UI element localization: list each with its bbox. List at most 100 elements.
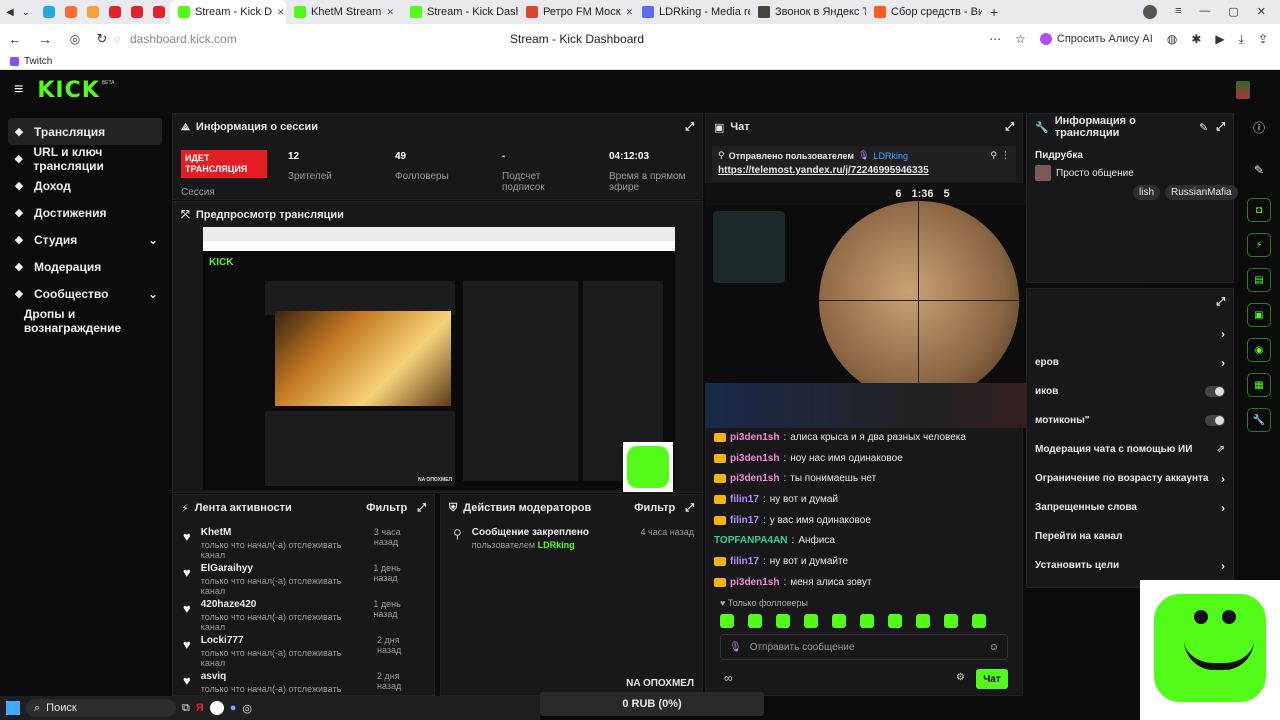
expand-icon[interactable]: ⤢ — [685, 502, 694, 515]
close-icon[interactable]: ✕ — [386, 7, 394, 18]
settings-row[interactable]: Ограничение по возрасту аккаунта › — [1027, 464, 1233, 493]
chevron-down-icon[interactable]: ⌄ — [148, 233, 158, 247]
steam-icon[interactable]: ● — [230, 702, 237, 714]
close-icon[interactable]: ✕ — [626, 7, 634, 18]
chat-username[interactable]: filin17 — [730, 556, 759, 567]
settings-row[interactable]: › — [1027, 319, 1233, 348]
task-view-icon[interactable]: ⧉ — [182, 702, 190, 715]
bookmark-icon[interactable]: ☆ — [1015, 32, 1026, 46]
minimize-icon[interactable]: — — [1199, 5, 1210, 19]
emote-icon[interactable] — [860, 614, 874, 628]
chat-username[interactable]: pi3den1sh — [730, 473, 779, 484]
send-chat-button[interactable]: Чат — [976, 669, 1008, 689]
screenshot-icon[interactable]: ◘ — [1247, 198, 1271, 222]
sidebar-item[interactable]: ◆ Сообщество ⌄ — [0, 280, 170, 307]
globe-icon[interactable]: ◍ — [1167, 32, 1177, 46]
activity-user[interactable]: asviq — [201, 671, 367, 682]
edit-icon[interactable]: ✎ — [1254, 163, 1264, 177]
emote-icon[interactable] — [944, 614, 958, 628]
stream-category[interactable]: Пидрубка — [1027, 140, 1233, 161]
filter-button[interactable]: Фильтр — [634, 502, 675, 515]
emote-icon[interactable] — [832, 614, 846, 628]
emote-icon[interactable] — [916, 614, 930, 628]
mod-action-user[interactable]: LDRking — [538, 540, 575, 550]
browser-tab[interactable]: KhetM Stream ✕ — [286, 0, 402, 24]
chat-username[interactable]: TOPFANPA4AN — [714, 535, 788, 546]
windows-start-icon[interactable] — [6, 701, 20, 715]
document-icon[interactable]: ▤ — [1247, 268, 1271, 292]
chat-username[interactable]: pi3den1sh — [730, 453, 779, 464]
sidebar-item[interactable]: Дропы и вознаграждение — [0, 307, 170, 335]
chat-username[interactable]: pi3den1sh — [730, 432, 779, 443]
emote-icon[interactable] — [776, 614, 790, 628]
toggle-switch[interactable] — [1205, 386, 1225, 397]
pinned-tab-icon[interactable] — [131, 6, 143, 18]
settings-row[interactable]: мотиконы" — [1027, 406, 1233, 435]
browser-tab[interactable]: Звонок в Яндекс Те✕ — [750, 0, 866, 24]
share-icon[interactable]: ⇪ — [1258, 32, 1268, 46]
url-field[interactable]: dashboard.kick.com — [130, 32, 510, 46]
expand-icon[interactable]: ⤢ — [1216, 296, 1225, 309]
chevron-right-icon[interactable]: › — [1221, 356, 1225, 370]
chevron-right-icon[interactable]: › — [1221, 559, 1225, 573]
menu-icon[interactable]: ≡ — [1175, 5, 1181, 19]
expand-icon[interactable]: ⤢ — [1216, 121, 1225, 134]
pinned-tab-icon[interactable] — [43, 6, 55, 18]
sidebar-item[interactable]: ◆ Трансляция — [8, 118, 162, 145]
sidebar-item[interactable]: ◆ URL и ключ трансляции — [0, 145, 170, 173]
sidebar-item[interactable]: ◆ Студия ⌄ — [0, 226, 170, 253]
extensions-icon[interactable]: ✱ — [1191, 32, 1201, 46]
pinned-tab-icon[interactable] — [87, 6, 99, 18]
pinned-user[interactable]: LDRking — [874, 151, 909, 161]
close-icon[interactable]: ✕ — [277, 7, 285, 18]
chevron-right-icon[interactable]: › — [1221, 501, 1225, 515]
preview-video[interactable]: KICK NA ОПОХМЕЛ — [203, 227, 675, 490]
profile-avatar[interactable] — [1142, 5, 1157, 19]
chevron-down-icon[interactable]: ⌄ — [148, 287, 158, 301]
chat-username[interactable]: filin17 — [730, 494, 759, 505]
info-icon[interactable]: ⓘ — [1253, 119, 1265, 136]
chat-username[interactable]: pi3den1sh — [730, 577, 779, 588]
browser-tab[interactable]: Stream - Kick D ✕ — [170, 0, 286, 24]
hamburger-menu-icon[interactable]: ≡ — [14, 81, 23, 99]
browser-tab[interactable]: LDRking - Media requ✕ — [634, 0, 750, 24]
emote-icon[interactable] — [748, 614, 762, 628]
chevron-right-icon[interactable]: › — [1221, 472, 1225, 486]
maximize-icon[interactable]: ▢ — [1228, 5, 1238, 19]
expand-icon[interactable]: ⤢ — [1005, 121, 1014, 134]
activity-user[interactable]: KhetM — [201, 527, 364, 538]
shield-icon[interactable]: ◎ — [60, 32, 90, 46]
browser-icon[interactable] — [209, 701, 224, 715]
activity-user[interactable]: 420haze420 — [201, 599, 364, 610]
sidebar-item[interactable]: ◆ Достижения — [0, 199, 170, 226]
reload-icon[interactable]: ↻ — [90, 31, 114, 47]
activity-user[interactable]: ElGaraihyy — [201, 563, 364, 574]
activity-user[interactable]: Locki777 — [201, 635, 367, 646]
emoji-icon[interactable]: ☺ — [989, 642, 999, 653]
edit-icon[interactable]: ✎ — [1199, 121, 1208, 134]
settings-row[interactable]: Модерация чата с помощью ИИ ⇗ — [1027, 435, 1233, 464]
chat-icon[interactable]: ▣ — [1247, 303, 1271, 327]
taskbar-search[interactable]: ⌕ Поиск — [26, 699, 176, 717]
sidebar-item[interactable]: ◆ Доход — [0, 172, 170, 199]
emote-icon[interactable] — [804, 614, 818, 628]
tag-chip[interactable]: RussianMafia — [1165, 185, 1238, 200]
back-icon[interactable]: ← — [0, 31, 30, 47]
more-icon[interactable]: ⋮ — [1001, 150, 1010, 161]
tag-chip[interactable]: lish — [1133, 185, 1161, 200]
browser-tab[interactable]: Stream - Kick Dashbo✕ — [402, 0, 518, 24]
filter-button[interactable]: Фильтр — [366, 502, 407, 515]
pinned-link[interactable]: https://telemost.yandex.ru/j/72246995946… — [718, 165, 1010, 176]
close-icon[interactable]: ✕ — [1257, 5, 1266, 19]
chevron-right-icon[interactable]: › — [1221, 327, 1225, 341]
pinned-tab-icon[interactable] — [153, 6, 165, 18]
expand-icon[interactable]: ⤢ — [685, 121, 694, 134]
sidebar-item[interactable]: ◆ Модерация — [0, 253, 170, 280]
new-tab-button[interactable]: + — [990, 4, 998, 20]
alice-button[interactable]: Спросить Алису AI — [1039, 33, 1153, 45]
audio-icon[interactable]: ◀ — [6, 7, 22, 18]
settings-row[interactable]: еров › — [1027, 348, 1233, 377]
settings-row[interactable]: Запрещенные слова › — [1027, 493, 1233, 522]
browser-tab[interactable]: Ретро FM Моск ✕ — [518, 0, 634, 24]
pinned-tab-icon[interactable] — [109, 6, 121, 18]
